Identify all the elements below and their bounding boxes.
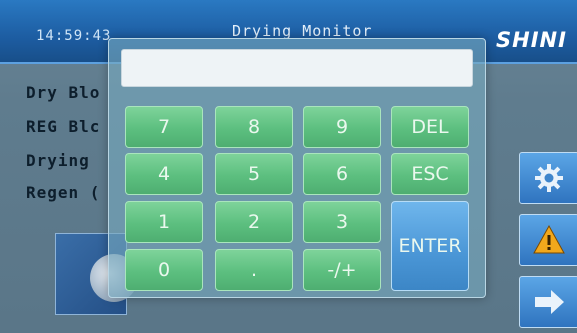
delete-button[interactable]: DEL	[391, 106, 469, 148]
key-7[interactable]: 7	[125, 106, 203, 148]
warning-icon	[533, 224, 565, 254]
status-label-dry-blower: Dry Blo	[26, 83, 101, 102]
key-8[interactable]: 8	[215, 106, 293, 148]
key-5[interactable]: 5	[215, 153, 293, 195]
key-4[interactable]: 4	[125, 153, 203, 195]
keypad-input-field[interactable]	[121, 49, 473, 87]
next-page-button[interactable]	[519, 276, 577, 328]
clock-time: 14:59:43	[36, 28, 112, 44]
escape-button[interactable]: ESC	[391, 153, 469, 195]
alarm-button[interactable]	[519, 214, 577, 266]
hmi-screen: 14:59:43 Drying Monitor SHINI Dry Blo RE…	[0, 0, 577, 333]
key-sign[interactable]: -/+	[303, 249, 381, 291]
status-label-drying: Drying	[26, 151, 90, 170]
key-1[interactable]: 1	[125, 201, 203, 243]
arrow-right-icon	[535, 290, 564, 314]
key-3[interactable]: 3	[303, 201, 381, 243]
status-label-reg-blower: REG Blc	[26, 117, 101, 136]
enter-button[interactable]: ENTER	[391, 201, 469, 291]
settings-button[interactable]	[519, 152, 577, 204]
brand-logo: SHINI	[496, 28, 567, 52]
status-label-regen: Regen (	[26, 183, 101, 202]
key-2[interactable]: 2	[215, 201, 293, 243]
gear-icon	[535, 164, 563, 192]
key-0[interactable]: 0	[125, 249, 203, 291]
key-decimal[interactable]: .	[215, 249, 293, 291]
key-6[interactable]: 6	[303, 153, 381, 195]
key-9[interactable]: 9	[303, 106, 381, 148]
numeric-keypad: 7 8 9 DEL 4 5 6 ESC 1 2 3 0 . -/+ ENTER	[108, 38, 486, 298]
